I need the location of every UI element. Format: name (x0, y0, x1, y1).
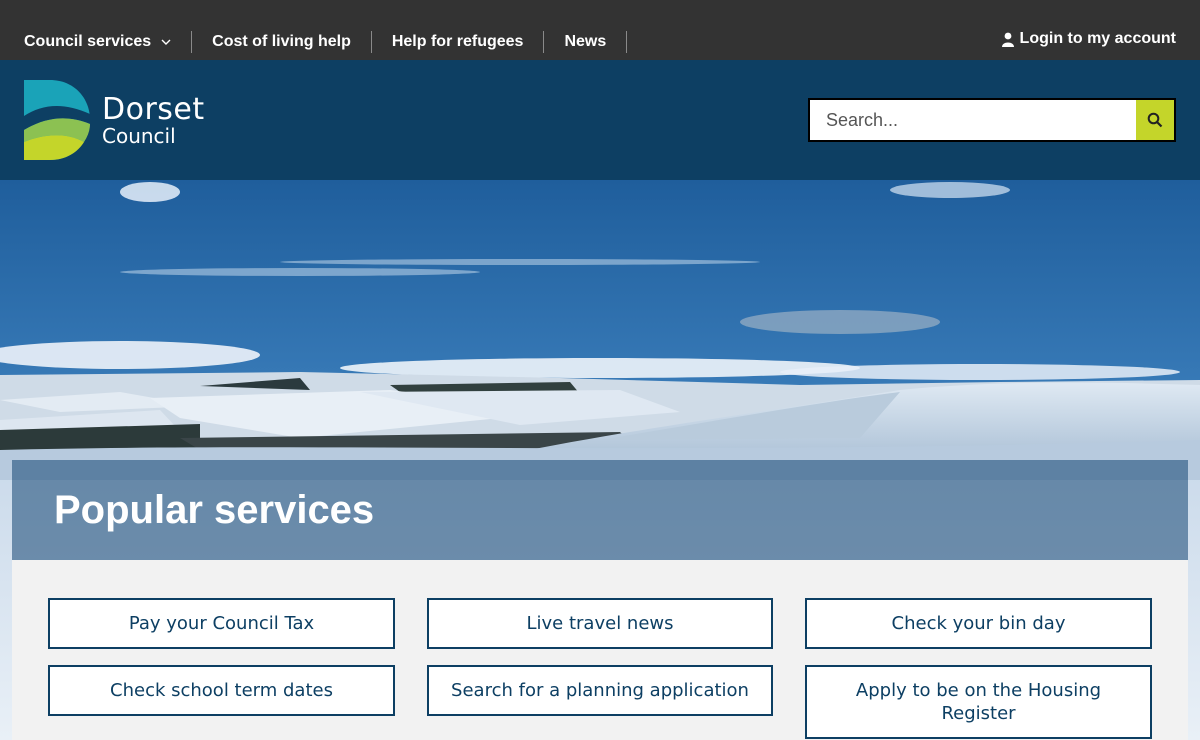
service-button-planning-application[interactable]: Search for a planning application (427, 665, 773, 716)
search-button[interactable] (1136, 100, 1174, 140)
nav-divider (191, 31, 193, 53)
user-icon (1001, 32, 1014, 47)
login-label: Login to my account (1019, 30, 1176, 47)
hero-image: Popular services Pay your Council Tax Li… (0, 180, 1200, 740)
login-link[interactable]: Login to my account (1001, 30, 1176, 48)
service-button-live-travel-news[interactable]: Live travel news (427, 598, 773, 649)
top-navigation: Council services Cost of living help Hel… (24, 31, 647, 53)
service-button-housing-register[interactable]: Apply to be on the Housing Register (805, 665, 1152, 739)
nav-divider (626, 31, 628, 53)
logo-line-council: Council (102, 124, 176, 148)
popular-services-title: Popular services (54, 488, 375, 532)
search-box (808, 98, 1176, 142)
search-icon (1147, 112, 1163, 128)
top-utility-bar: Council services Cost of living help Hel… (0, 0, 1200, 60)
service-button-pay-council-tax[interactable]: Pay your Council Tax (48, 598, 395, 649)
logo-line-dorset: Dorset (102, 92, 205, 127)
nav-divider (370, 31, 372, 53)
nav-divider (543, 31, 545, 53)
nav-help-for-refugees[interactable]: Help for refugees (392, 31, 524, 53)
service-button-check-bin-day[interactable]: Check your bin day (805, 598, 1152, 649)
nav-council-services-label: Council services (24, 33, 152, 50)
nav-council-services[interactable]: Council services (24, 31, 171, 53)
dorset-council-logo[interactable]: Dorset Council (24, 80, 205, 160)
popular-services-panel: Pay your Council Tax Live travel news Ch… (12, 560, 1188, 740)
dorset-logo-mark-icon (24, 80, 90, 160)
nav-news[interactable]: News (564, 31, 606, 53)
popular-services-banner: Popular services (12, 460, 1188, 560)
site-header: Dorset Council (0, 60, 1200, 180)
nav-cost-of-living[interactable]: Cost of living help (212, 31, 351, 53)
service-button-school-term-dates[interactable]: Check school term dates (48, 665, 395, 716)
chevron-down-icon (161, 39, 171, 46)
search-input[interactable] (810, 100, 1136, 140)
logo-text: Dorset Council (102, 92, 205, 148)
